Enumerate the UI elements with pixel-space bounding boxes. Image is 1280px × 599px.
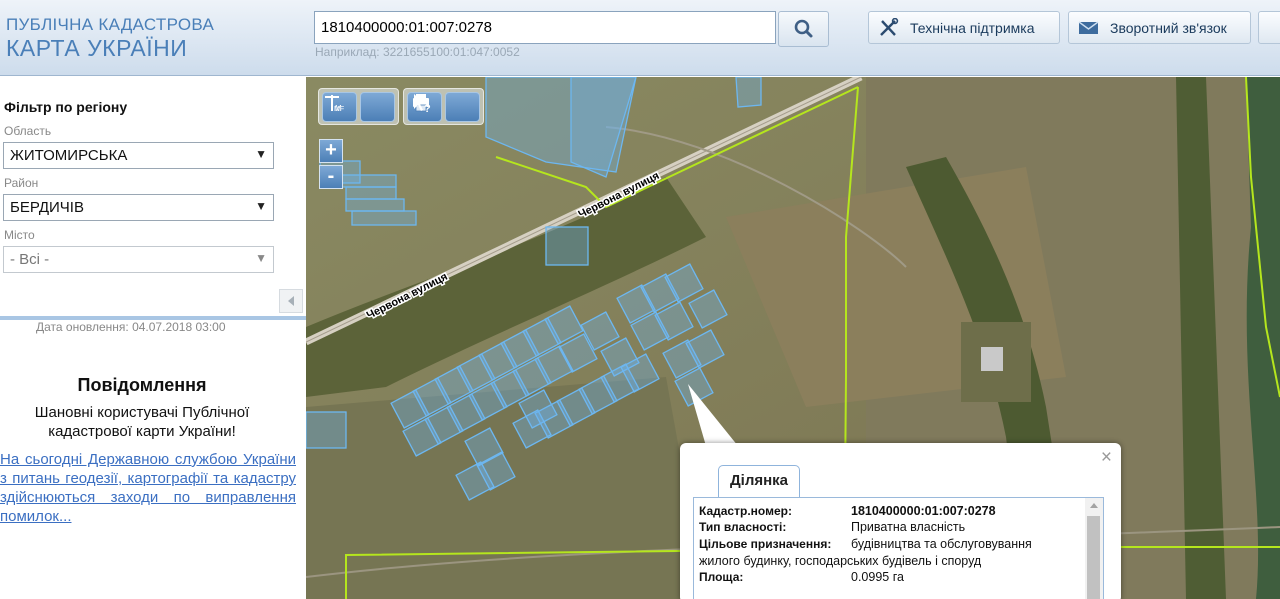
map-view[interactable]: Червона вулиця Червона вулиця М МF ? + -…: [306, 77, 1280, 599]
raion-value: БЕРДИЧІВ: [10, 199, 84, 216]
scrollbar-thumb[interactable]: [1087, 516, 1100, 599]
app-header: ПУБЛІЧНА КАДАСТРОВА КАРТА УКРАЇНИ Наприк…: [0, 0, 1280, 76]
measure-area-button[interactable]: МF: [325, 92, 395, 122]
ownership-type-value: Приватна власність: [851, 520, 966, 534]
identify-button[interactable]: ?: [414, 92, 480, 122]
close-icon[interactable]: ×: [1101, 447, 1112, 469]
notice-title: Повідомлення: [77, 375, 207, 395]
parcel-info-popup: × Ділянка Кадастр.номер: 1810400000:01:0…: [680, 443, 1121, 599]
area-ruler-icon: МF: [325, 96, 344, 113]
sidebar: Фільтр по регіону Область ЖИТОМИРСЬКА ▼ …: [0, 77, 306, 599]
support-button[interactable]: Технічна підтримка: [868, 11, 1060, 44]
raion-select[interactable]: БЕРДИЧІВ ▼: [3, 194, 274, 221]
popup-pointer: [688, 384, 738, 446]
cadastre-search-input[interactable]: [314, 11, 776, 44]
parcel-details: Кадастр.номер: 1810400000:01:007:0278 Ти…: [693, 497, 1104, 599]
search-button[interactable]: [778, 11, 829, 47]
chevron-down-icon: ▼: [255, 199, 267, 213]
oblast-select[interactable]: ЖИТОМИРСЬКА ▼: [3, 142, 274, 169]
support-label: Технічна підтримка: [910, 19, 1035, 36]
search-icon: [794, 19, 813, 38]
svg-text:?: ?: [424, 103, 431, 115]
popup-scrollbar[interactable]: [1085, 498, 1103, 599]
update-date: Дата оновлення: 04.07.2018 03:00: [36, 320, 226, 334]
support-tools-icon: [880, 17, 899, 36]
oblast-value: ЖИТОМИРСЬКА: [10, 147, 128, 164]
feedback-button[interactable]: Зворотний зв'язок: [1068, 11, 1251, 44]
envelope-icon: [1078, 20, 1099, 34]
scroll-up-icon[interactable]: [1085, 498, 1103, 514]
area-label: Площа:: [699, 570, 744, 584]
zoom-in-button[interactable]: +: [319, 139, 343, 163]
area-value: 0.0995 га: [851, 570, 904, 584]
info-toolbar: ?: [403, 88, 484, 125]
parcel-number-value: 1810400000:01:007:0278: [851, 504, 996, 518]
collapse-sidebar-button[interactable]: [279, 289, 303, 313]
search-hint: Наприклад: 3221655100:01:047:0052: [315, 45, 520, 59]
tab-parcel[interactable]: Ділянка: [718, 465, 800, 497]
header-extra-button[interactable]: [1258, 11, 1280, 44]
feedback-label: Зворотний зв'язок: [1110, 19, 1227, 36]
logo-line-2[interactable]: КАРТА УКРАЇНИ: [6, 35, 187, 62]
city-select[interactable]: - Всі - ▼: [3, 246, 274, 273]
oblast-label: Область: [4, 124, 52, 138]
chevron-down-icon: ▼: [255, 251, 267, 265]
notice-link[interactable]: На сьогодні Державною службою України з …: [0, 450, 296, 526]
city-label: Місто: [4, 228, 35, 242]
purpose-value-continued: жилого будинку, господарських будівель і…: [699, 554, 982, 568]
ownership-type-label: Тип власності:: [699, 520, 787, 534]
collapse-arrow-icon: [288, 296, 294, 306]
raion-label: Район: [4, 176, 39, 190]
zoom-out-button[interactable]: -: [319, 165, 343, 189]
logo-line-1[interactable]: ПУБЛІЧНА КАДАСТРОВА: [6, 15, 214, 35]
purpose-label: Цільове призначення:: [699, 537, 832, 551]
tool-label-mf: МF: [334, 106, 344, 113]
help-pointer-icon: ?: [414, 94, 431, 115]
notice-text: Шановні користувачі Публічної кадастрово…: [34, 404, 250, 440]
filter-title: Фільтр по регіону: [4, 99, 128, 115]
city-value: - Всі -: [10, 251, 50, 268]
chevron-down-icon: ▼: [255, 147, 267, 161]
purpose-value: будівництва та обслуговування: [851, 537, 1032, 551]
parcel-number-label: Кадастр.номер:: [699, 504, 792, 518]
measure-toolbar: М МF: [318, 88, 399, 125]
